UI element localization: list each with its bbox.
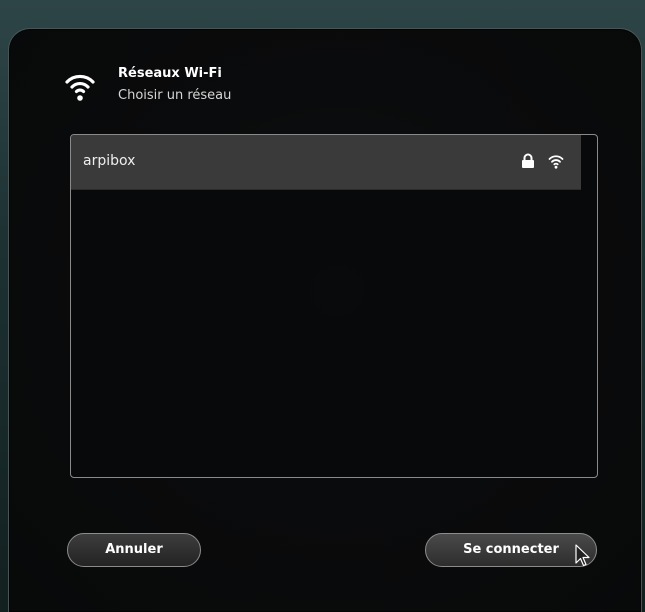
mouse-cursor-icon bbox=[575, 544, 590, 567]
network-list[interactable]: arpibox bbox=[70, 134, 598, 478]
lock-icon bbox=[522, 153, 534, 168]
network-name: arpibox bbox=[83, 153, 136, 169]
wifi-signal-icon bbox=[548, 155, 564, 169]
dialog-title: Réseaux Wi-Fi bbox=[118, 66, 222, 81]
connect-button[interactable]: Se connecter bbox=[425, 533, 597, 567]
dialog-subtitle: Choisir un réseau bbox=[118, 88, 232, 103]
wifi-icon bbox=[65, 74, 95, 101]
cancel-button[interactable]: Annuler bbox=[67, 533, 201, 567]
network-item[interactable]: arpibox bbox=[71, 135, 581, 190]
